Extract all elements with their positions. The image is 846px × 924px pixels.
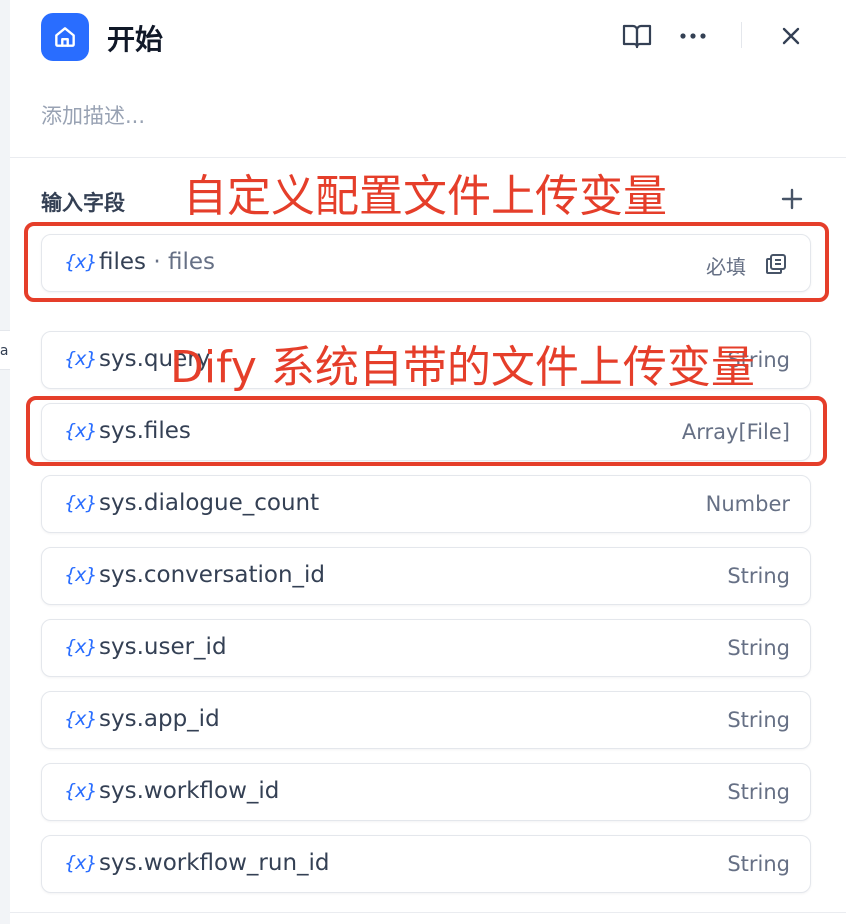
node-title[interactable]: 开始 bbox=[107, 18, 163, 58]
variable-icon: {x} bbox=[64, 492, 97, 514]
variable-name: sys.query bbox=[99, 346, 211, 372]
variable-separator: · bbox=[146, 249, 168, 275]
variable-icon: {x} bbox=[64, 780, 97, 802]
close-icon[interactable] bbox=[775, 20, 807, 52]
canvas-text-fragment: la bbox=[0, 343, 9, 359]
system-variable-row[interactable]: {x} sys.workflow_run_id String bbox=[41, 835, 811, 893]
variable-type: String bbox=[727, 348, 790, 372]
variable-type: Array[File] bbox=[681, 420, 790, 444]
variable-name: files · files bbox=[99, 249, 215, 275]
required-badge: 必填 bbox=[706, 255, 746, 279]
panel-header: 开始 bbox=[10, 0, 846, 80]
variable-icon: {x} bbox=[64, 564, 97, 586]
variable-type: String bbox=[727, 852, 790, 876]
header-separator bbox=[10, 157, 846, 158]
variable-icon: {x} bbox=[64, 348, 97, 370]
description-input[interactable]: 添加描述... bbox=[41, 100, 145, 130]
variable-label: files bbox=[167, 249, 215, 275]
system-variable-row[interactable]: {x} sys.dialogue_count Number bbox=[41, 475, 811, 533]
variable-icon: {x} bbox=[64, 420, 97, 442]
start-node-panel: 开始 添加描述... 输入字段 {x} files · files 必填 {x}… bbox=[10, 0, 846, 924]
variable-type: Number bbox=[705, 492, 790, 516]
system-variable-row[interactable]: {x} sys.user_id String bbox=[41, 619, 811, 677]
section-title: 输入字段 bbox=[41, 191, 125, 215]
variable-name: sys.app_id bbox=[99, 706, 220, 732]
variable-type: String bbox=[727, 780, 790, 804]
header-divider bbox=[741, 22, 742, 48]
system-variable-row[interactable]: {x} sys.files Array[File] bbox=[41, 403, 811, 461]
variable-name: sys.user_id bbox=[99, 634, 227, 660]
system-variable-row[interactable]: {x} sys.app_id String bbox=[41, 691, 811, 749]
system-variable-row[interactable]: {x} sys.conversation_id String bbox=[41, 547, 811, 605]
book-icon[interactable] bbox=[621, 20, 653, 52]
variable-name: sys.dialogue_count bbox=[99, 490, 320, 516]
copy-icon[interactable] bbox=[764, 252, 790, 278]
custom-variable-row[interactable]: {x} files · files 必填 bbox=[41, 234, 811, 292]
variable-type: String bbox=[727, 564, 790, 588]
variable-name-text: files bbox=[99, 249, 147, 275]
variable-type: String bbox=[727, 636, 790, 660]
bottom-separator bbox=[10, 912, 846, 913]
variable-type: String bbox=[727, 708, 790, 732]
plus-icon[interactable] bbox=[777, 184, 807, 214]
variable-name: sys.files bbox=[99, 418, 191, 444]
variable-icon: {x} bbox=[64, 636, 97, 658]
variable-icon: {x} bbox=[64, 251, 97, 273]
more-icon[interactable] bbox=[677, 20, 709, 52]
system-variable-row[interactable]: {x} sys.query String bbox=[41, 331, 811, 389]
variable-name: sys.conversation_id bbox=[99, 562, 326, 588]
variable-name: sys.workflow_id bbox=[99, 778, 280, 804]
system-variable-row[interactable]: {x} sys.workflow_id String bbox=[41, 763, 811, 821]
variable-icon: {x} bbox=[64, 852, 97, 874]
variable-name: sys.workflow_run_id bbox=[99, 850, 330, 876]
home-icon bbox=[41, 13, 89, 61]
variable-icon: {x} bbox=[64, 708, 97, 730]
